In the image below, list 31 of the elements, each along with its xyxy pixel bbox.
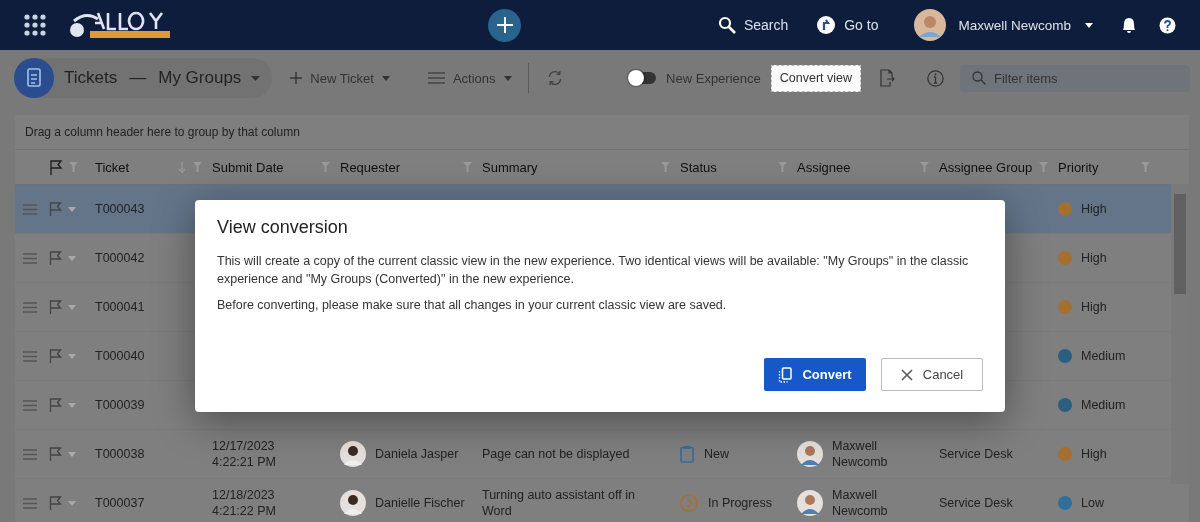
ticket-id: T000039 [95, 398, 145, 412]
ticket-id: T000037 [95, 496, 145, 510]
ticket-id: T000040 [95, 349, 145, 363]
assignee-group: Service Desk [939, 447, 1013, 461]
ticket-id: T000042 [95, 251, 145, 265]
priority-label: Medium [1081, 349, 1126, 363]
ticket-id: T000038 [95, 447, 145, 461]
assignee-name: Maxwell Newcomb [832, 487, 889, 519]
submit-date: 12/18/2023 4:21:22 PM [212, 487, 276, 519]
toggle-label: New Experience [666, 70, 761, 86]
status-label: In Progress [708, 496, 772, 510]
priority-label: Medium [1081, 398, 1126, 412]
group-hint: Drag a column header here to group by that column [25, 125, 300, 139]
ticket-summary: Page can not be displayed [482, 446, 631, 462]
status-label: New [704, 447, 729, 461]
ticket-summary: Turning auto assistant off in Word [482, 487, 636, 519]
assignee-name: Maxwell Newcomb [832, 438, 889, 470]
dialog-title: View conversion [217, 217, 349, 238]
priority-label: High [1081, 300, 1107, 314]
dialog-text: This will create a copy of the current classic view in the new experience. Two identical views will be available: "My Groups" in the classic experience and "My Groups (Converted)" in the new experience. [217, 253, 970, 288]
requester-name: Danielle Fischer [375, 495, 466, 511]
requester-name: Daniela Jasper [375, 446, 460, 462]
ticket-id: T000043 [95, 202, 145, 216]
assignee-group: Service Desk [939, 496, 1013, 510]
priority-label: High [1081, 202, 1107, 216]
submit-date: 12/17/2023 4:22:21 PM [212, 438, 276, 470]
priority-label: High [1081, 447, 1107, 461]
dialog-text: Before converting, please make sure that all changes in your current classic view are saved. [217, 297, 728, 314]
priority-label: Low [1081, 496, 1104, 510]
priority-label: High [1081, 251, 1107, 265]
ticket-id: T000041 [95, 300, 145, 314]
